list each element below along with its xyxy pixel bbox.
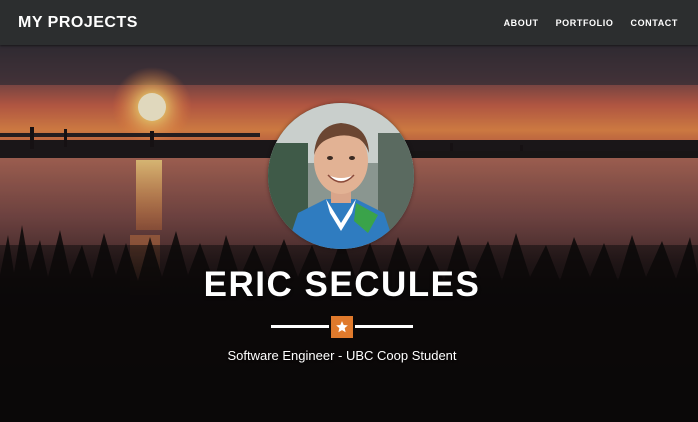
top-navbar: MY PROJECTS ABOUT PORTFOLIO CONTACT: [0, 0, 698, 45]
nav-link-contact[interactable]: CONTACT: [630, 18, 678, 28]
profile-photo: [268, 103, 414, 249]
nav-links: ABOUT PORTFOLIO CONTACT: [487, 18, 678, 28]
hero-section: ERIC SECULES Software Engineer - UBC Coo…: [0, 45, 698, 422]
star-icon: [331, 316, 353, 338]
nav-link-portfolio[interactable]: PORTFOLIO: [556, 18, 614, 28]
divider-line-left: [271, 325, 329, 328]
brand-link[interactable]: MY PROJECTS: [18, 14, 138, 32]
hero-subtitle: Software Engineer - UBC Coop Student: [227, 348, 457, 363]
divider-line-right: [355, 325, 413, 328]
star-divider: [271, 316, 413, 338]
nav-link-about[interactable]: ABOUT: [504, 18, 539, 28]
profile-avatar: [268, 103, 414, 249]
hero-name: ERIC SECULES: [203, 265, 481, 304]
